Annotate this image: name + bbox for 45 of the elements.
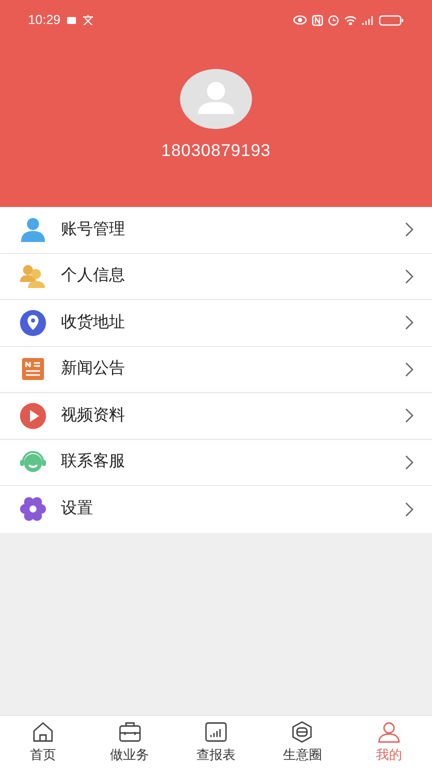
menu-label: 联系客服: [61, 452, 126, 472]
home-icon: [31, 720, 56, 744]
alarm-icon: [328, 14, 339, 26]
person-icon: [19, 216, 47, 244]
menu-label: 账号管理: [61, 220, 126, 240]
menu-item[interactable]: 收货地址: [0, 300, 432, 346]
eye-icon: [293, 15, 307, 25]
menu-label: 设置: [61, 499, 94, 520]
chevron-right-icon: [405, 362, 414, 377]
menu-label: 个人信息: [61, 266, 126, 286]
location-pin-icon: [19, 308, 47, 337]
nfc-icon: [312, 14, 323, 26]
notification-icon: [66, 16, 76, 24]
translate-icon: [82, 15, 94, 25]
hexagon-icon: [290, 720, 314, 744]
menu-item[interactable]: 账号管理: [0, 207, 432, 254]
chevron-right-icon: [405, 408, 414, 424]
menu-item[interactable]: 设置: [0, 486, 432, 532]
chevron-right-icon: [405, 315, 414, 330]
tab[interactable]: 查报表: [172, 716, 260, 768]
chevron-right-icon: [405, 454, 414, 470]
menu-item[interactable]: 视频资料: [0, 393, 432, 440]
status-time: 10:29: [28, 11, 61, 30]
menu-item[interactable]: 联系客服: [0, 440, 432, 486]
menu-label: 视频资料: [61, 406, 126, 426]
menu-item[interactable]: 个人信息: [0, 254, 432, 300]
tab[interactable]: 做业务: [86, 716, 173, 768]
chevron-right-icon: [405, 222, 414, 238]
people-icon: [19, 262, 47, 290]
tab[interactable]: 首页: [0, 716, 86, 768]
chevron-right-icon: [405, 268, 414, 284]
play-icon: [19, 402, 47, 430]
menu-item[interactable]: 新闻公告: [0, 346, 432, 393]
battery-icon: [379, 14, 404, 26]
person-icon: [376, 720, 401, 744]
avatar: [180, 69, 252, 129]
wifi-icon: [344, 15, 357, 25]
signal-icon: [362, 15, 374, 25]
menu-label: 收货地址: [61, 312, 126, 333]
phone-number: 18030879193: [161, 140, 271, 162]
briefcase-icon: [118, 720, 142, 744]
menu-label: 新闻公告: [61, 358, 126, 380]
chevron-right-icon: [405, 502, 414, 517]
tab[interactable]: 生意圈: [259, 716, 346, 768]
bar-chart-icon: [204, 720, 228, 744]
